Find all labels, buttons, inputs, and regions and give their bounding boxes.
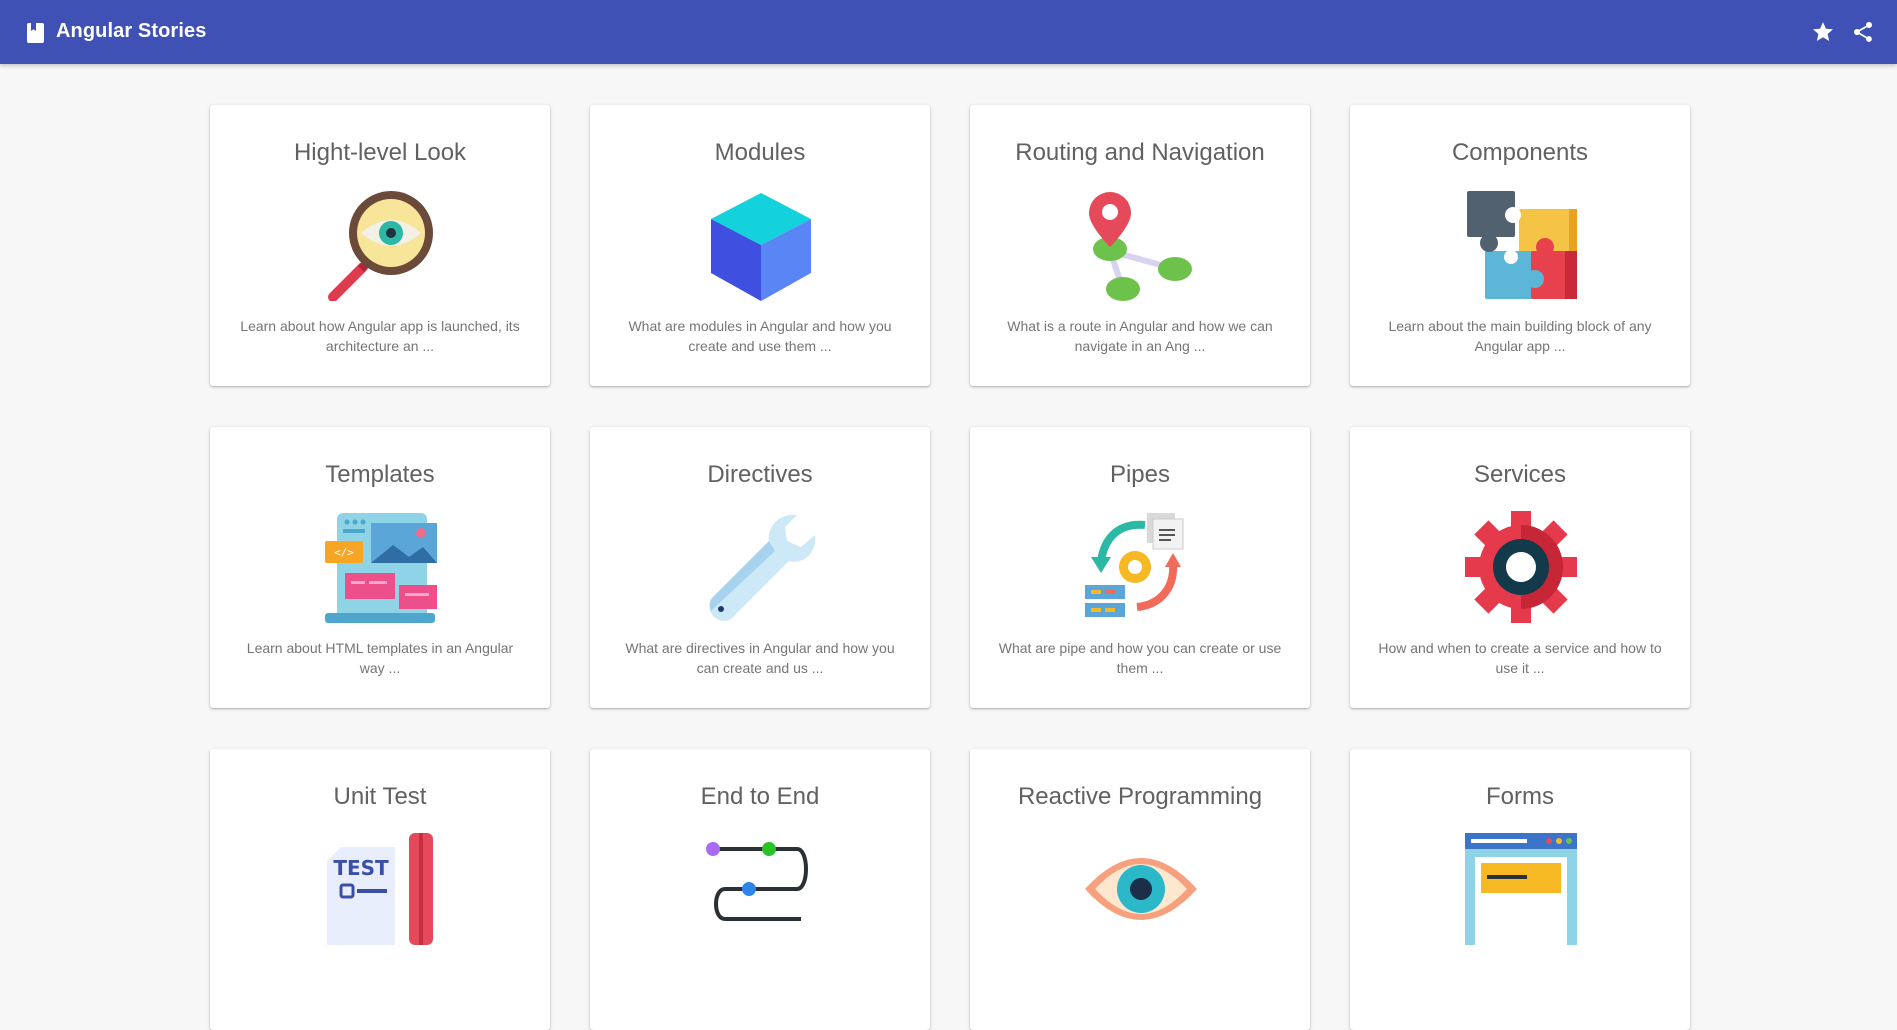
pipe-process-icon <box>1085 513 1184 617</box>
card-title: Directives <box>707 461 813 488</box>
card-pipes[interactable]: Pipes What are pipe and how you can crea… <box>970 427 1310 708</box>
card-templates[interactable]: Templates </> Learn about HTML templates… <box>210 427 550 708</box>
card-title: Forms <box>1486 783 1554 810</box>
card-description: What are modules in Angular and how you … <box>628 318 892 354</box>
eye-icon <box>1085 858 1197 920</box>
wrench-icon <box>709 514 816 622</box>
card-high-level-look[interactable]: Hight-level Look Learn about how Angular… <box>210 105 550 386</box>
card-end-to-end[interactable]: End to End <box>590 749 930 1030</box>
card-routing-and-navigation[interactable]: Routing and Navigation What is a route i… <box>970 105 1310 386</box>
share-button[interactable] <box>1847 16 1879 48</box>
top-toolbar: Angular Stories <box>0 0 1897 64</box>
magnifier-eye-icon <box>328 191 433 301</box>
card-title: Reactive Programming <box>1017 783 1263 810</box>
gear-icon <box>1465 511 1577 623</box>
card-description: What are pipe and how you can create or … <box>998 640 1282 676</box>
card-title: Templates <box>325 461 435 488</box>
card-description: What is a route in Angular and how we ca… <box>1007 318 1273 354</box>
card-description: What are directives in Angular and how y… <box>625 640 895 676</box>
test-sheet-icon: TEST <box>327 833 433 945</box>
card-description: Learn about HTML templates in an Angular… <box>246 640 514 676</box>
book-icon <box>27 23 44 43</box>
card-description: Learn about the main building block of a… <box>1388 318 1652 354</box>
puzzle-icon <box>1467 191 1577 299</box>
star-button[interactable] <box>1807 16 1839 48</box>
card-directives[interactable]: Directives What are directives in Angula… <box>590 427 930 708</box>
svg-text:</>: </> <box>334 546 354 559</box>
flow-path-icon <box>706 842 808 921</box>
card-title: Hight-level Look <box>293 139 467 166</box>
card-description: How and when to create a service and how… <box>1378 640 1662 676</box>
card-reactive-programming[interactable]: Reactive Programming <box>970 749 1310 1030</box>
form-window-icon <box>1465 833 1577 945</box>
star-icon <box>1813 22 1833 41</box>
svg-text:TEST: TEST <box>333 856 389 880</box>
card-title: Unit Test <box>333 783 427 810</box>
card-title: Pipes <box>1109 461 1171 488</box>
card-forms[interactable]: Forms <box>1350 749 1690 1030</box>
card-components[interactable]: Components Learn about the main building… <box>1350 105 1690 386</box>
card-unit-test[interactable]: Unit Test TEST <box>210 749 550 1030</box>
card-description: Learn about how Angular app is launched,… <box>240 318 520 354</box>
card-title: Modules <box>714 139 806 166</box>
card-title: Routing and Navigation <box>1015 139 1265 166</box>
card-title: Components <box>1451 139 1589 166</box>
card-title: Services <box>1473 461 1567 488</box>
app-title[interactable]: Angular Stories <box>56 20 206 43</box>
cube-icon <box>711 193 811 301</box>
template-layout-icon: </> <box>325 513 437 623</box>
card-title: End to End <box>700 783 820 810</box>
route-pin-icon <box>1089 192 1192 301</box>
card-services[interactable]: Services How and when to create a servic… <box>1350 427 1690 708</box>
share-icon <box>1854 22 1872 42</box>
card-modules[interactable]: Modules What are modules in Angular and … <box>590 105 930 386</box>
